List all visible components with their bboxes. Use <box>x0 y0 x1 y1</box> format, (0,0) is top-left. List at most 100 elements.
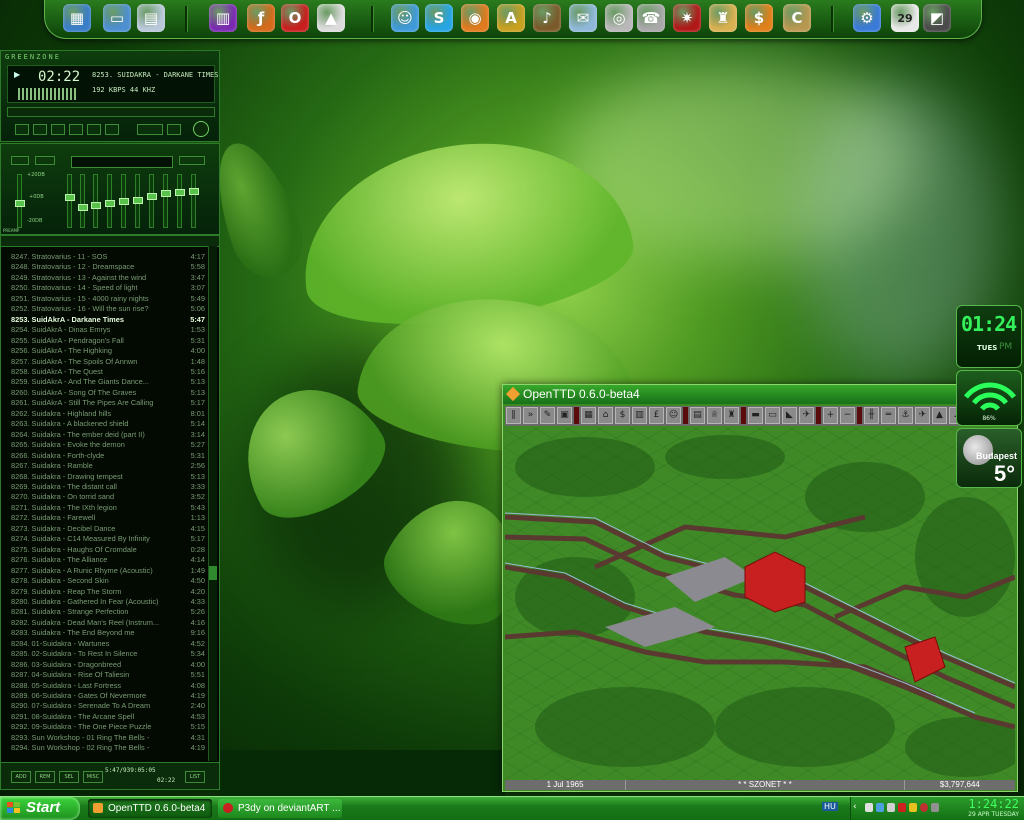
clock-gadget[interactable]: 01:24 TUES PM <box>956 305 1022 368</box>
playlist-row[interactable]: 8263. Suidakra - A blackened shield 5:14 <box>11 419 205 429</box>
play-button[interactable] <box>33 124 47 135</box>
calendar-icon[interactable]: 29 <box>891 4 919 32</box>
openttd-news[interactable]: * * SZONET * * <box>626 780 905 790</box>
playlist-row[interactable]: 8272. Suidakra - Farewell 1:13 <box>11 513 205 523</box>
playlist-row[interactable]: 8273. Suidakra - Decibel Dance 4:15 <box>11 524 205 534</box>
playlist-row[interactable]: 8278. Suidakra - Second Skin 4:50 <box>11 576 205 586</box>
toolbar-save-icon[interactable]: ▣ <box>557 407 572 424</box>
monitor-icon[interactable]: ▭ <box>103 4 131 32</box>
eq-band-slider[interactable] <box>189 174 199 228</box>
playlist-row[interactable]: 8288. 05-Suidakra - Last Fortress 4:08 <box>11 681 205 691</box>
toolbar-pause-icon[interactable]: ‖ <box>506 407 521 424</box>
toolbar-stations-icon[interactable]: ▥ <box>632 407 647 424</box>
toolbar-towns-icon[interactable]: ⌂ <box>598 407 613 424</box>
playlist-row[interactable]: 8262. Suidakra - Highland hills 8:01 <box>11 409 205 419</box>
start-button[interactable]: Start <box>0 797 80 820</box>
repeat-button[interactable] <box>167 124 181 135</box>
playlist-row[interactable]: 8266. Suidakra - Forth-clyde 5:31 <box>11 451 205 461</box>
playlist-row[interactable]: 8282. Suidakra - Dead Man's Reel (Instru… <box>11 618 205 628</box>
winamp-equalizer[interactable]: +20DB +0DB -20DB PREAMP <box>0 143 220 235</box>
toolbar-trains-icon[interactable]: ▬ <box>748 407 763 424</box>
playlist-row[interactable]: 8252. Stratovarius - 16 - Will the sun r… <box>11 304 205 314</box>
playlist-scrollbar[interactable] <box>208 246 217 761</box>
playlist-row[interactable]: 8281. Suidakra - Strange Perfection 5:26 <box>11 607 205 617</box>
playlist-row[interactable]: 8268. Suidakra - Drawing tempest 5:13 <box>11 472 205 482</box>
winamp-time[interactable]: 02:22 <box>38 69 80 85</box>
prev-button[interactable] <box>15 124 29 135</box>
task-browser[interactable]: P3dy on deviantART ... <box>218 799 342 818</box>
mail-icon[interactable]: ✉ <box>569 4 597 32</box>
game-icon[interactable]: ♜ <box>709 4 737 32</box>
eq-preamp-slider[interactable] <box>15 174 25 228</box>
eq-band-slider[interactable] <box>161 174 171 228</box>
playlist-scroll-thumb[interactable] <box>209 566 217 580</box>
playlist-row[interactable]: 8261. SuidAkrA - Still The Pipes Are Cal… <box>11 398 205 408</box>
firefox-icon[interactable]: ◉ <box>461 4 489 32</box>
playlist-row[interactable]: 8251. Stratovarius - 15 - 4000 rainy nig… <box>11 294 205 304</box>
tray-app-icon[interactable] <box>920 803 928 812</box>
playlist-titlebar[interactable] <box>1 236 219 247</box>
money-icon[interactable]: $ <box>745 4 773 32</box>
messenger-icon[interactable]: ☺ <box>391 4 419 32</box>
playlist-row[interactable]: 8250. Stratovarius - 14 - Speed of light… <box>11 283 205 293</box>
eq-band-slider[interactable] <box>119 174 129 228</box>
eq-band-slider[interactable] <box>147 174 157 228</box>
playlist-row[interactable]: 8247. Stratovarius - 11 - SOS 4:17 <box>11 252 205 262</box>
tray-antivirus-icon[interactable] <box>898 803 906 812</box>
playlist-row[interactable]: 8274. Suidakra - C14 Measured By Infinit… <box>11 534 205 544</box>
guitar-icon[interactable]: ♪ <box>533 4 561 32</box>
eq-on-button[interactable] <box>11 156 29 165</box>
playlist-row[interactable]: 8292. 09-Suidakra - The One Piece Puzzle… <box>11 722 205 732</box>
playlist-row[interactable]: 8258. SuidAkrA - The Quest 5:16 <box>11 367 205 377</box>
dragon-icon[interactable]: ✷ <box>673 4 701 32</box>
eq-slider-knob[interactable] <box>65 194 75 201</box>
phone-icon[interactable]: ☎ <box>637 4 665 32</box>
openttd-titlebar[interactable]: OpenTTD 0.6.0-beta4 <box>503 385 1017 404</box>
playlist-row[interactable]: 8254. SuidAkrA - Dinas Emrys 1:53 <box>11 325 205 335</box>
toolbar-subsidies-icon[interactable]: $ <box>615 407 630 424</box>
toolbar-company-icon[interactable]: ☺ <box>666 407 681 424</box>
playlist-row[interactable]: 8287. 04-Suidakra - Rise Of Taliesin 5:51 <box>11 670 205 680</box>
winamp-playlist[interactable]: 8247. Stratovarius - 11 - SOS 4:17 8248. S… <box>0 235 220 790</box>
playlist-row[interactable]: 8253. SuidAkrA - Darkane Times 5:47 <box>11 315 205 325</box>
toolbar-industry-icon[interactable]: ♜ <box>724 407 739 424</box>
playlist-row[interactable]: 8260. SuidAkrA - Song Of The Graves 5:13 <box>11 388 205 398</box>
eq-slider-knob[interactable] <box>175 189 185 196</box>
eq-slider-knob[interactable] <box>161 190 171 197</box>
toolbar-builddocks-icon[interactable]: ⚓ <box>898 407 913 424</box>
flash-icon[interactable]: ƒ <box>247 4 275 32</box>
desktop-icon[interactable]: ▦ <box>63 4 91 32</box>
eq-auto-button[interactable] <box>35 156 55 165</box>
eq-band-slider[interactable] <box>91 174 101 228</box>
toolbar-landscape-icon[interactable]: ▲ <box>932 407 947 424</box>
toolbar-fastforward-icon[interactable]: » <box>523 407 538 424</box>
toolbar-roadvehicles-icon[interactable]: ▭ <box>765 407 780 424</box>
winamp-main-window[interactable]: GREENZONE ▶ 02:22 8253. SUIDAKRA - DARKA… <box>0 50 220 142</box>
playlist-row[interactable]: 8255. SuidAkrA - Pendragon's Fall 5:31 <box>11 336 205 346</box>
eject-button[interactable] <box>105 124 119 135</box>
playlist-row[interactable]: 8283. Suidakra - The End Beyond me 9:16 <box>11 628 205 638</box>
tray-volume-icon[interactable] <box>887 803 895 812</box>
eq-slider-knob[interactable] <box>91 202 101 209</box>
playlist-row[interactable]: 8248. Stratovarius - 12 - Dreamspace 5:58 <box>11 262 205 272</box>
toolbar-settings-icon[interactable]: ✎ <box>540 407 555 424</box>
wifi-gadget[interactable]: 86% <box>956 370 1022 426</box>
arrow-app-icon[interactable]: ▲ <box>317 4 345 32</box>
toolbar-zoomin-icon[interactable]: + <box>823 407 838 424</box>
playlist-sel-button[interactable]: SEL <box>59 771 79 783</box>
documents-icon[interactable]: ▤ <box>137 4 165 32</box>
playlist-row[interactable]: 8291. 08-Suidakra - The Arcane Spell 4:53 <box>11 712 205 722</box>
eq-slider-knob[interactable] <box>147 193 157 200</box>
playlist-row[interactable]: 8270. Suidakra - On torrid sand 3:52 <box>11 492 205 502</box>
playlist-row[interactable]: 8249. Stratovarius - 13 - Against the wi… <box>11 273 205 283</box>
openttd-window[interactable]: OpenTTD 0.6.0-beta4 ‖» ✎ ▣ ▦ ⌂ $ ▥ £ ☺ ▤ ♕ ♜ ▬ ▭ ◣ ✈ + − ╫… <box>502 384 1018 792</box>
acrobat-icon[interactable]: A <box>497 4 525 32</box>
webcam-icon[interactable]: ◎ <box>605 4 633 32</box>
pause-button[interactable] <box>51 124 65 135</box>
playlist-add-button[interactable]: ADD <box>11 771 31 783</box>
toolbar-buildair-icon[interactable]: ✈ <box>915 407 930 424</box>
toolbar-graphs-icon[interactable]: ▤ <box>690 407 705 424</box>
playlist-row[interactable]: 8267. Suidakra - Ramble 2:56 <box>11 461 205 471</box>
playlist-row[interactable]: 8284. 01-Suidakra - Wartunes 4:52 <box>11 639 205 649</box>
playlist-row[interactable]: 8269. Suidakra - The distant call 3:33 <box>11 482 205 492</box>
